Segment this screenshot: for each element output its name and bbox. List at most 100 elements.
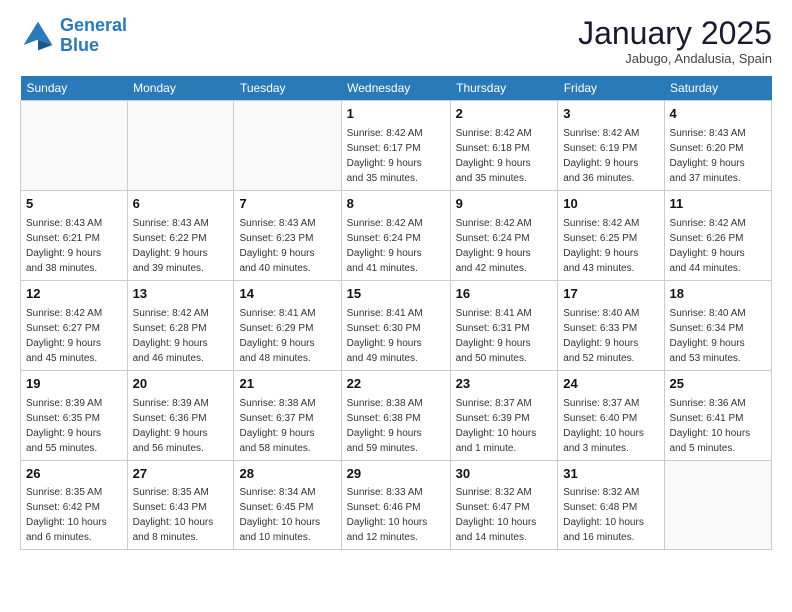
day-cell: 30Sunrise: 8:32 AMSunset: 6:47 PMDayligh… [450,460,558,550]
day-info: Sunrise: 8:32 AMSunset: 6:48 PMDaylight:… [563,485,658,545]
day-cell: 5 Sunrise: 8:43 AMSunset: 6:21 PMDaylight… [21,191,128,281]
day-number: 9 [456,195,553,214]
day-number: 21 [239,375,335,394]
day-cell: 7 Sunrise: 8:43 AMSunset: 6:23 PMDaylight… [234,191,341,281]
col-wednesday: Wednesday [341,76,450,101]
day-cell: 16Sunrise: 8:41 AMSunset: 6:31 PMDayligh… [450,280,558,370]
week-row-2: 5 Sunrise: 8:43 AMSunset: 6:21 PMDaylight… [21,191,772,281]
logo-blue: Blue [60,36,127,56]
day-info: Sunrise: 8:35 AMSunset: 6:42 PMDaylight:… [26,485,122,545]
day-info: Sunrise: 8:42 AMSunset: 6:18 PMDaylight:… [456,126,553,186]
day-cell: 14Sunrise: 8:41 AMSunset: 6:29 PMDayligh… [234,280,341,370]
day-info: Sunrise: 8:41 AMSunset: 6:31 PMDaylight:… [456,306,553,366]
day-cell: 27Sunrise: 8:35 AMSunset: 6:43 PMDayligh… [127,460,234,550]
day-number: 18 [670,285,766,304]
day-info: Sunrise: 8:40 AMSunset: 6:33 PMDaylight:… [563,306,658,366]
col-monday: Monday [127,76,234,101]
day-cell: 12Sunrise: 8:42 AMSunset: 6:27 PMDayligh… [21,280,128,370]
calendar-page: General Blue January 2025 Jabugo, Andalu… [0,0,792,570]
col-saturday: Saturday [664,76,771,101]
logo: General Blue [20,16,127,56]
day-cell [127,101,234,191]
day-number: 8 [347,195,445,214]
day-number: 14 [239,285,335,304]
day-info: Sunrise: 8:43 AMSunset: 6:21 PMDaylight:… [26,216,122,276]
day-info: Sunrise: 8:43 AMSunset: 6:23 PMDaylight:… [239,216,335,276]
col-friday: Friday [558,76,664,101]
header: General Blue January 2025 Jabugo, Andalu… [20,16,772,66]
day-number: 31 [563,465,658,484]
day-info: Sunrise: 8:42 AMSunset: 6:24 PMDaylight:… [456,216,553,276]
day-info: Sunrise: 8:38 AMSunset: 6:38 PMDaylight:… [347,396,445,456]
day-number: 20 [133,375,229,394]
day-cell: 20 Sunrise: 8:39 AMSunset: 6:36 PMDayligh… [127,370,234,460]
day-cell: 31Sunrise: 8:32 AMSunset: 6:48 PMDayligh… [558,460,664,550]
day-cell: 10Sunrise: 8:42 AMSunset: 6:25 PMDayligh… [558,191,664,281]
day-info: Sunrise: 8:36 AMSunset: 6:41 PMDaylight:… [670,396,766,456]
col-thursday: Thursday [450,76,558,101]
day-number: 12 [26,285,122,304]
day-info: Sunrise: 8:42 AMSunset: 6:26 PMDaylight:… [670,216,766,276]
day-cell: 26Sunrise: 8:35 AMSunset: 6:42 PMDayligh… [21,460,128,550]
day-number: 28 [239,465,335,484]
day-number: 22 [347,375,445,394]
day-cell: 28Sunrise: 8:34 AMSunset: 6:45 PMDayligh… [234,460,341,550]
title-block: January 2025 Jabugo, Andalusia, Spain [578,16,772,66]
day-number: 4 [670,105,766,124]
day-info: Sunrise: 8:40 AMSunset: 6:34 PMDaylight:… [670,306,766,366]
day-number: 25 [670,375,766,394]
day-info: Sunrise: 8:42 AMSunset: 6:28 PMDaylight:… [133,306,229,366]
day-cell: 18 Sunrise: 8:40 AMSunset: 6:34 PMDayligh… [664,280,771,370]
day-info: Sunrise: 8:42 AMSunset: 6:25 PMDaylight:… [563,216,658,276]
day-number: 5 [26,195,122,214]
day-number: 15 [347,285,445,304]
week-row-1: 1 Sunrise: 8:42 AMSunset: 6:17 PMDaylight… [21,101,772,191]
logo-icon [20,18,56,54]
logo-general: General [60,15,127,35]
day-info: Sunrise: 8:33 AMSunset: 6:46 PMDaylight:… [347,485,445,545]
day-info: Sunrise: 8:42 AMSunset: 6:17 PMDaylight:… [347,126,445,186]
day-cell: 19 Sunrise: 8:39 AMSunset: 6:35 PMDayligh… [21,370,128,460]
day-cell: 9 Sunrise: 8:42 AMSunset: 6:24 PMDaylight… [450,191,558,281]
day-number: 27 [133,465,229,484]
day-info: Sunrise: 8:43 AMSunset: 6:22 PMDaylight:… [133,216,229,276]
day-number: 6 [133,195,229,214]
day-cell: 29Sunrise: 8:33 AMSunset: 6:46 PMDayligh… [341,460,450,550]
weekday-row: Sunday Monday Tuesday Wednesday Thursday… [21,76,772,101]
day-info: Sunrise: 8:43 AMSunset: 6:20 PMDaylight:… [670,126,766,186]
calendar-header: Sunday Monday Tuesday Wednesday Thursday… [21,76,772,101]
day-info: Sunrise: 8:39 AMSunset: 6:36 PMDaylight:… [133,396,229,456]
day-number: 7 [239,195,335,214]
day-info: Sunrise: 8:32 AMSunset: 6:47 PMDaylight:… [456,485,553,545]
day-number: 3 [563,105,658,124]
day-number: 19 [26,375,122,394]
month-title: January 2025 [578,16,772,51]
day-number: 1 [347,105,445,124]
day-info: Sunrise: 8:38 AMSunset: 6:37 PMDaylight:… [239,396,335,456]
day-number: 29 [347,465,445,484]
day-cell [21,101,128,191]
day-cell: 3Sunrise: 8:42 AMSunset: 6:19 PMDaylight… [558,101,664,191]
day-number: 26 [26,465,122,484]
week-row-5: 26Sunrise: 8:35 AMSunset: 6:42 PMDayligh… [21,460,772,550]
col-tuesday: Tuesday [234,76,341,101]
day-cell: 15Sunrise: 8:41 AMSunset: 6:30 PMDayligh… [341,280,450,370]
day-number: 13 [133,285,229,304]
week-row-3: 12Sunrise: 8:42 AMSunset: 6:27 PMDayligh… [21,280,772,370]
day-cell [234,101,341,191]
day-info: Sunrise: 8:37 AMSunset: 6:39 PMDaylight:… [456,396,553,456]
day-cell: 17Sunrise: 8:40 AMSunset: 6:33 PMDayligh… [558,280,664,370]
day-info: Sunrise: 8:37 AMSunset: 6:40 PMDaylight:… [563,396,658,456]
day-cell: 1 Sunrise: 8:42 AMSunset: 6:17 PMDaylight… [341,101,450,191]
day-cell: 6 Sunrise: 8:43 AMSunset: 6:22 PMDaylight… [127,191,234,281]
week-row-4: 19 Sunrise: 8:39 AMSunset: 6:35 PMDayligh… [21,370,772,460]
day-info: Sunrise: 8:34 AMSunset: 6:45 PMDaylight:… [239,485,335,545]
day-cell: 8 Sunrise: 8:42 AMSunset: 6:24 PMDaylight… [341,191,450,281]
day-cell: 11Sunrise: 8:42 AMSunset: 6:26 PMDayligh… [664,191,771,281]
location-subtitle: Jabugo, Andalusia, Spain [578,51,772,66]
day-info: Sunrise: 8:42 AMSunset: 6:24 PMDaylight:… [347,216,445,276]
logo-text: General Blue [60,16,127,56]
day-number: 30 [456,465,553,484]
day-info: Sunrise: 8:39 AMSunset: 6:35 PMDaylight:… [26,396,122,456]
day-cell: 22 Sunrise: 8:38 AMSunset: 6:38 PMDayligh… [341,370,450,460]
